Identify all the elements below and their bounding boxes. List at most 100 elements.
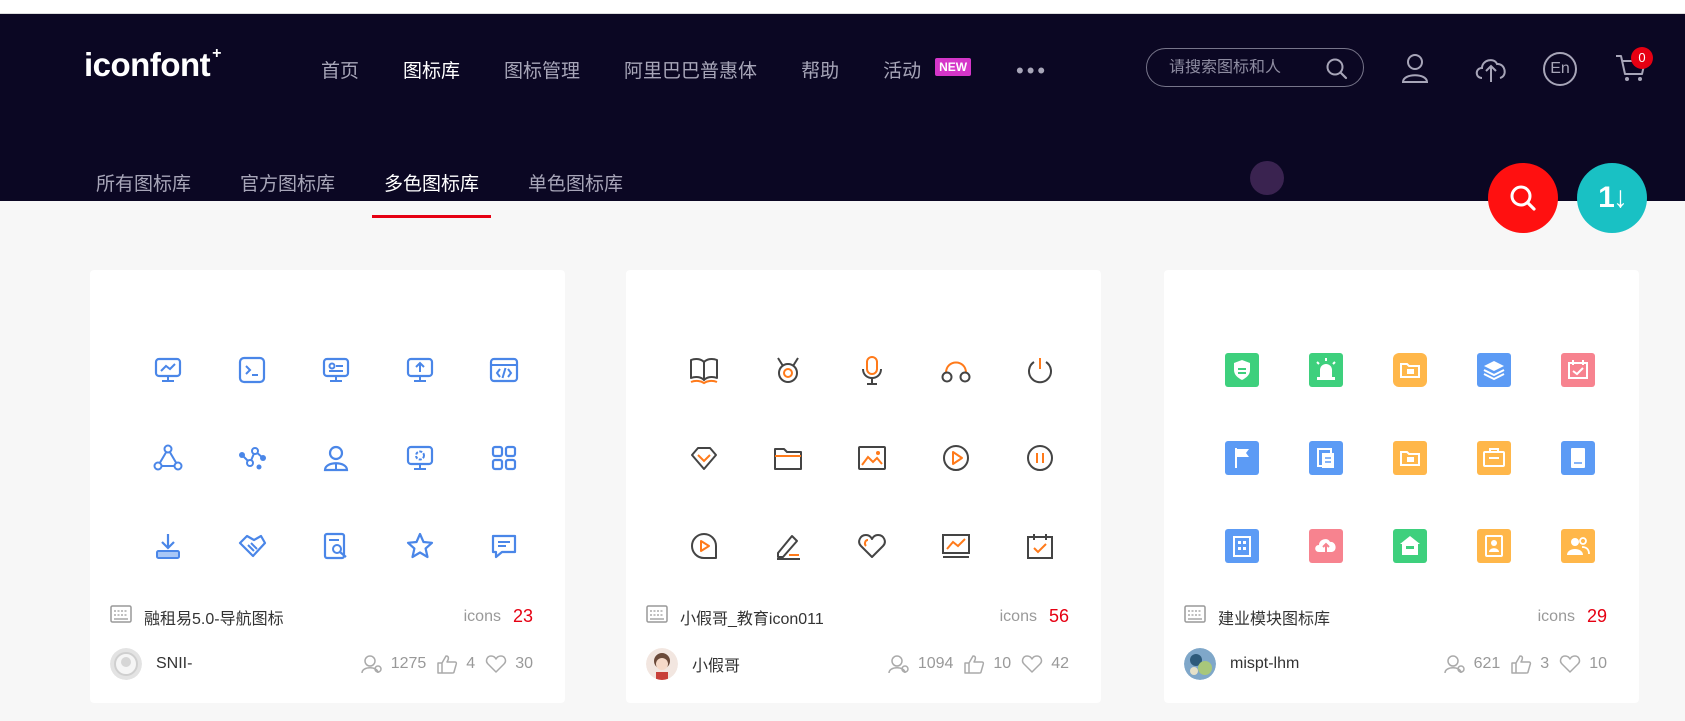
folder-icon (746, 414, 830, 502)
handshake-icon (210, 502, 294, 590)
library-card[interactable]: 融租易5.0-导航图标 icons 23 SNII- 1275 4 30 (90, 270, 565, 703)
nav-icon-management[interactable]: 图标管理 (504, 56, 580, 83)
edit-pen-icon (746, 502, 830, 590)
molecule-icon (210, 414, 294, 502)
heart-outline-icon (830, 502, 914, 590)
main-nav: 首页 图标库 图标管理 阿里巴巴普惠体 帮助 活动 NEW (321, 56, 972, 83)
nav-help[interactable]: 帮助 (801, 56, 839, 83)
monitor-upload-icon (378, 326, 462, 414)
tab-all-libraries[interactable]: 所有图标库 (96, 169, 191, 218)
tab-monochrome-libraries[interactable]: 单色图标库 (528, 169, 623, 218)
floating-search-button[interactable] (1488, 163, 1558, 233)
iconfont-logo[interactable]: iconfont + (84, 45, 221, 84)
user-icon[interactable] (1400, 52, 1430, 89)
favorites-stat[interactable]: 42 (1021, 654, 1069, 674)
site-header: iconfont + 首页 图标库 图标管理 阿里巴巴普惠体 帮助 活动 NEW •… (0, 14, 1685, 218)
followers-icon (888, 655, 909, 674)
building-doc-icon (1200, 502, 1284, 590)
floating-sort-button[interactable]: 1↓ (1577, 163, 1647, 233)
chat-bubble-icon (462, 502, 546, 590)
more-menu-icon[interactable]: ••• (1016, 58, 1048, 84)
terminal-icon (210, 326, 294, 414)
star-icon (378, 502, 462, 590)
likes-stat[interactable]: 10 (963, 654, 1011, 674)
chart-board-icon (914, 502, 998, 590)
upload-cloud-icon[interactable] (1472, 52, 1510, 89)
home-icon (1368, 502, 1452, 590)
folder-image-icon (1368, 414, 1452, 502)
icons-count: 56 (1048, 606, 1069, 626)
monitor-settings-icon (294, 326, 378, 414)
likes-stat[interactable]: 4 (436, 654, 475, 674)
avatar[interactable] (646, 648, 678, 680)
followers-stat: 621 (1443, 654, 1500, 674)
thumbs-up-icon (1511, 655, 1532, 674)
favorites-stat[interactable]: 30 (485, 654, 533, 674)
author-name[interactable]: mispt-lhm (1230, 655, 1434, 673)
followers-stat: 1094 (888, 654, 953, 674)
apps-grid-icon (462, 414, 546, 502)
nav-alibaba-font[interactable]: 阿里巴巴普惠体 (624, 56, 757, 83)
followers-icon (360, 655, 382, 674)
avatar[interactable] (110, 648, 142, 680)
flag-icon (1200, 414, 1284, 502)
icon-preview-grid (662, 326, 1072, 590)
heart-icon (486, 655, 507, 673)
nav-home[interactable]: 首页 (321, 56, 359, 83)
followers-icon (1443, 655, 1465, 674)
calendar-check-icon (998, 502, 1082, 590)
library-card[interactable]: 建业模块图标库 icons 29 mispt-lhm 621 3 10 (1164, 270, 1639, 703)
icons-label: icons (463, 607, 501, 625)
card-user-row: 小假哥 1094 10 42 (646, 648, 1069, 680)
nav-activity[interactable]: 活动 NEW (883, 56, 972, 83)
cart-count-badge: 0 (1631, 47, 1653, 69)
document-copy-icon (1284, 414, 1368, 502)
code-window-icon (462, 326, 546, 414)
author-name[interactable]: 小假哥 (692, 652, 878, 676)
new-badge: NEW (935, 58, 972, 76)
layers-icon (1452, 326, 1536, 414)
likes-stat[interactable]: 3 (1510, 654, 1549, 674)
nav-icon-library[interactable]: 图标库 (403, 56, 460, 83)
diamond-icon (662, 414, 746, 502)
document-search-icon (294, 502, 378, 590)
tab-multicolor-libraries[interactable]: 多色图标库 (372, 169, 492, 218)
card-title-row: 融租易5.0-导航图标 icons 23 (110, 604, 533, 629)
heart-icon (1560, 655, 1581, 673)
monitor-chart-icon (126, 326, 210, 414)
video-play-icon (662, 502, 746, 590)
search-icon[interactable] (1325, 57, 1349, 86)
card-title[interactable]: 小假哥_教育icon011 (680, 605, 1000, 629)
calendar-pink-icon (1536, 326, 1620, 414)
followers-stat: 1275 (360, 654, 426, 674)
network-nodes-icon (126, 414, 210, 502)
avatar[interactable] (1184, 648, 1216, 680)
user-profile-icon (294, 414, 378, 502)
user-group-icon (1536, 502, 1620, 590)
shield-icon (1200, 326, 1284, 414)
icon-preview-grid (126, 326, 536, 590)
language-icon[interactable]: En (1543, 52, 1577, 86)
cursor-dot (1250, 161, 1284, 195)
monitor-gear-icon (378, 414, 462, 502)
alarm-light-icon (1284, 326, 1368, 414)
card-title-row: 建业模块图标库 icons 29 (1184, 604, 1607, 629)
headphones-icon (914, 326, 998, 414)
tab-official-libraries[interactable]: 官方图标库 (240, 169, 335, 218)
card-title[interactable]: 建业模块图标库 (1218, 605, 1538, 629)
icon-preview-grid (1200, 326, 1610, 590)
search-icon (1510, 185, 1536, 211)
notebook-icon (1536, 414, 1620, 502)
icons-count: 29 (1586, 606, 1607, 626)
author-name[interactable]: SNII- (156, 655, 351, 673)
search-input[interactable] (1169, 58, 1319, 77)
favorites-stat[interactable]: 10 (1559, 654, 1607, 674)
library-icon (1184, 604, 1206, 629)
play-circle-icon (914, 414, 998, 502)
open-book-icon (662, 326, 746, 414)
card-title[interactable]: 融租易5.0-导航图标 (144, 605, 464, 629)
briefcase-icon (1452, 414, 1536, 502)
icons-count: 23 (512, 606, 533, 626)
library-card[interactable]: 小假哥_教育icon011 icons 56 小假哥 1094 10 42 (626, 270, 1101, 703)
pause-circle-icon (998, 414, 1082, 502)
